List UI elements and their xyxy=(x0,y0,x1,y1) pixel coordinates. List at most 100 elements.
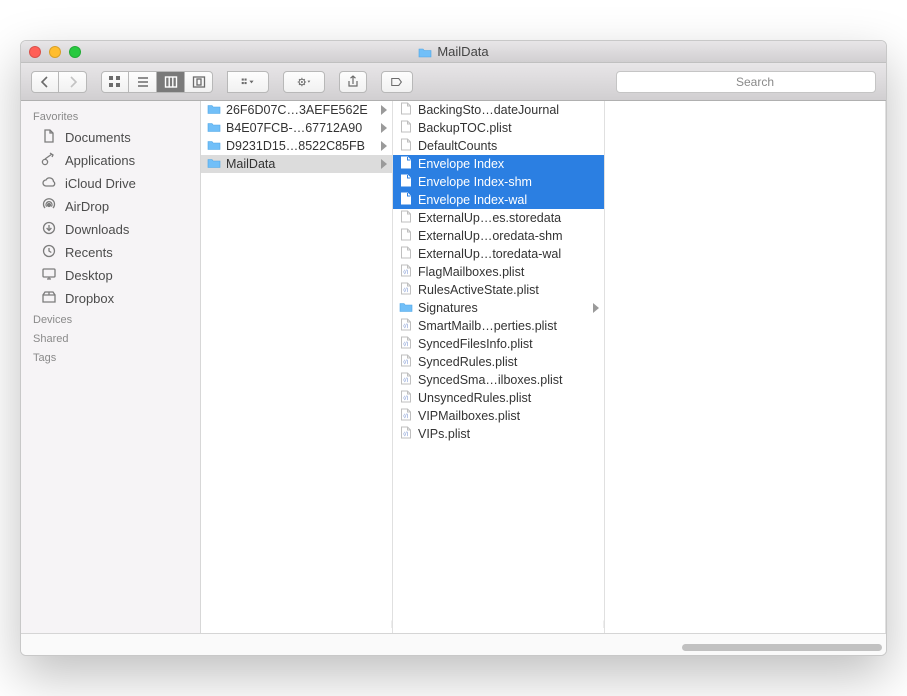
statusbar xyxy=(21,633,886,655)
plist-icon xyxy=(399,282,413,298)
search-field[interactable] xyxy=(616,71,876,93)
file-row[interactable]: Envelope Index-wal xyxy=(393,191,604,209)
plist-icon xyxy=(399,372,413,388)
file-row[interactable]: ExternalUp…oredata-shm xyxy=(393,227,604,245)
file-icon xyxy=(399,138,413,154)
row-label: SyncedFilesInfo.plist xyxy=(418,337,600,351)
share-button[interactable] xyxy=(339,71,367,93)
search-input[interactable] xyxy=(616,71,876,93)
tags-button[interactable] xyxy=(381,71,413,93)
plist-icon xyxy=(399,426,413,442)
desktop-icon xyxy=(41,267,57,284)
sidebar-item-applications[interactable]: Applications xyxy=(21,149,200,172)
column-browser: 26F6D07C…3AEFE562E B4E07FCB-…67712A90 D923… xyxy=(201,101,886,633)
action-button[interactable] xyxy=(283,71,325,93)
airdrop-icon xyxy=(41,198,57,215)
file-row[interactable]: ExternalUp…toredata-wal xyxy=(393,245,604,263)
doc-icon xyxy=(41,129,57,146)
plist-icon xyxy=(399,336,413,352)
file-row[interactable]: ExternalUp…es.storedata xyxy=(393,209,604,227)
column-1[interactable]: 26F6D07C…3AEFE562E B4E07FCB-…67712A90 D923… xyxy=(201,101,393,633)
sidebar-section-header: Tags xyxy=(21,348,200,367)
folder-row[interactable]: MailData xyxy=(201,155,392,173)
row-label: VIPs.plist xyxy=(418,427,600,441)
sidebar-item-label: Documents xyxy=(65,130,131,145)
file-row[interactable]: VIPs.plist xyxy=(393,425,604,443)
file-row[interactable]: SmartMailb…perties.plist xyxy=(393,317,604,335)
row-label: 26F6D07C…3AEFE562E xyxy=(226,103,375,117)
view-gallery-button[interactable] xyxy=(185,71,213,93)
view-columns-button[interactable] xyxy=(157,71,185,93)
minimize-button[interactable] xyxy=(49,46,61,58)
file-row[interactable]: BackupTOC.plist xyxy=(393,119,604,137)
sidebar-item-dropbox[interactable]: Dropbox xyxy=(21,287,200,310)
folder-row[interactable]: 26F6D07C…3AEFE562E xyxy=(201,101,392,119)
titlebar: MailData xyxy=(21,41,886,63)
window-title: MailData xyxy=(418,44,488,59)
file-row[interactable]: BackingSto…dateJournal xyxy=(393,101,604,119)
file-row[interactable]: DefaultCounts xyxy=(393,137,604,155)
horizontal-scrollbar-thumb[interactable] xyxy=(682,644,882,651)
file-icon xyxy=(399,120,413,136)
file-row[interactable]: FlagMailboxes.plist xyxy=(393,263,604,281)
file-icon xyxy=(399,192,413,208)
row-label: D9231D15…8522C85FB xyxy=(226,139,375,153)
row-label: Envelope Index xyxy=(418,157,600,171)
file-row[interactable]: SyncedSma…ilboxes.plist xyxy=(393,371,604,389)
sidebar-item-label: Applications xyxy=(65,153,135,168)
row-label: Signatures xyxy=(418,301,587,315)
folder-row[interactable]: B4E07FCB-…67712A90 xyxy=(201,119,392,137)
sidebar-section-header: Shared xyxy=(21,329,200,348)
sidebar-item-label: iCloud Drive xyxy=(65,176,136,191)
folder-icon xyxy=(207,156,221,172)
sidebar-item-downloads[interactable]: Downloads xyxy=(21,218,200,241)
plist-icon xyxy=(399,318,413,334)
file-row[interactable]: SyncedFilesInfo.plist xyxy=(393,335,604,353)
back-button[interactable] xyxy=(31,71,59,93)
chevron-right-icon xyxy=(380,159,388,169)
view-icons-button[interactable] xyxy=(101,71,129,93)
column-2[interactable]: BackingSto…dateJournalBackupTOC.plist Def… xyxy=(393,101,605,633)
file-row[interactable]: UnsyncedRules.plist xyxy=(393,389,604,407)
traffic-lights xyxy=(29,46,81,58)
sidebar-item-airdrop[interactable]: AirDrop xyxy=(21,195,200,218)
column-3[interactable] xyxy=(605,101,886,633)
folder-icon xyxy=(207,102,221,118)
cloud-icon xyxy=(41,175,57,192)
plist-icon xyxy=(399,408,413,424)
clock-icon xyxy=(41,244,57,261)
row-label: DefaultCounts xyxy=(418,139,600,153)
folder-icon xyxy=(207,120,221,136)
folder-row[interactable]: D9231D15…8522C85FB xyxy=(201,137,392,155)
row-label: FlagMailboxes.plist xyxy=(418,265,600,279)
sidebar-item-desktop[interactable]: Desktop xyxy=(21,264,200,287)
sidebar-section-header: Devices xyxy=(21,310,200,329)
file-icon xyxy=(399,102,413,118)
nav-buttons xyxy=(31,71,87,93)
row-label: Envelope Index-shm xyxy=(418,175,600,189)
sidebar-item-documents[interactable]: Documents xyxy=(21,126,200,149)
forward-button[interactable] xyxy=(59,71,87,93)
down-icon xyxy=(41,221,57,238)
file-row[interactable]: VIPMailboxes.plist xyxy=(393,407,604,425)
file-row[interactable]: SyncedRules.plist xyxy=(393,353,604,371)
view-list-button[interactable] xyxy=(129,71,157,93)
chevron-right-icon xyxy=(380,123,388,133)
folder-icon xyxy=(418,46,432,58)
file-row[interactable]: RulesActiveState.plist xyxy=(393,281,604,299)
app-icon xyxy=(41,152,57,169)
file-row[interactable]: Envelope Index-shm xyxy=(393,173,604,191)
file-row[interactable]: Envelope Index xyxy=(393,155,604,173)
row-label: UnsyncedRules.plist xyxy=(418,391,600,405)
sidebar-item-recents[interactable]: Recents xyxy=(21,241,200,264)
folder-row[interactable]: Signatures xyxy=(393,299,604,317)
zoom-button[interactable] xyxy=(69,46,81,58)
arrange-button[interactable] xyxy=(227,71,269,93)
row-label: SmartMailb…perties.plist xyxy=(418,319,600,333)
file-icon xyxy=(399,156,413,172)
close-button[interactable] xyxy=(29,46,41,58)
folder-icon xyxy=(207,138,221,154)
plist-icon xyxy=(399,264,413,280)
sidebar-item-icloud-drive[interactable]: iCloud Drive xyxy=(21,172,200,195)
row-label: ExternalUp…es.storedata xyxy=(418,211,600,225)
